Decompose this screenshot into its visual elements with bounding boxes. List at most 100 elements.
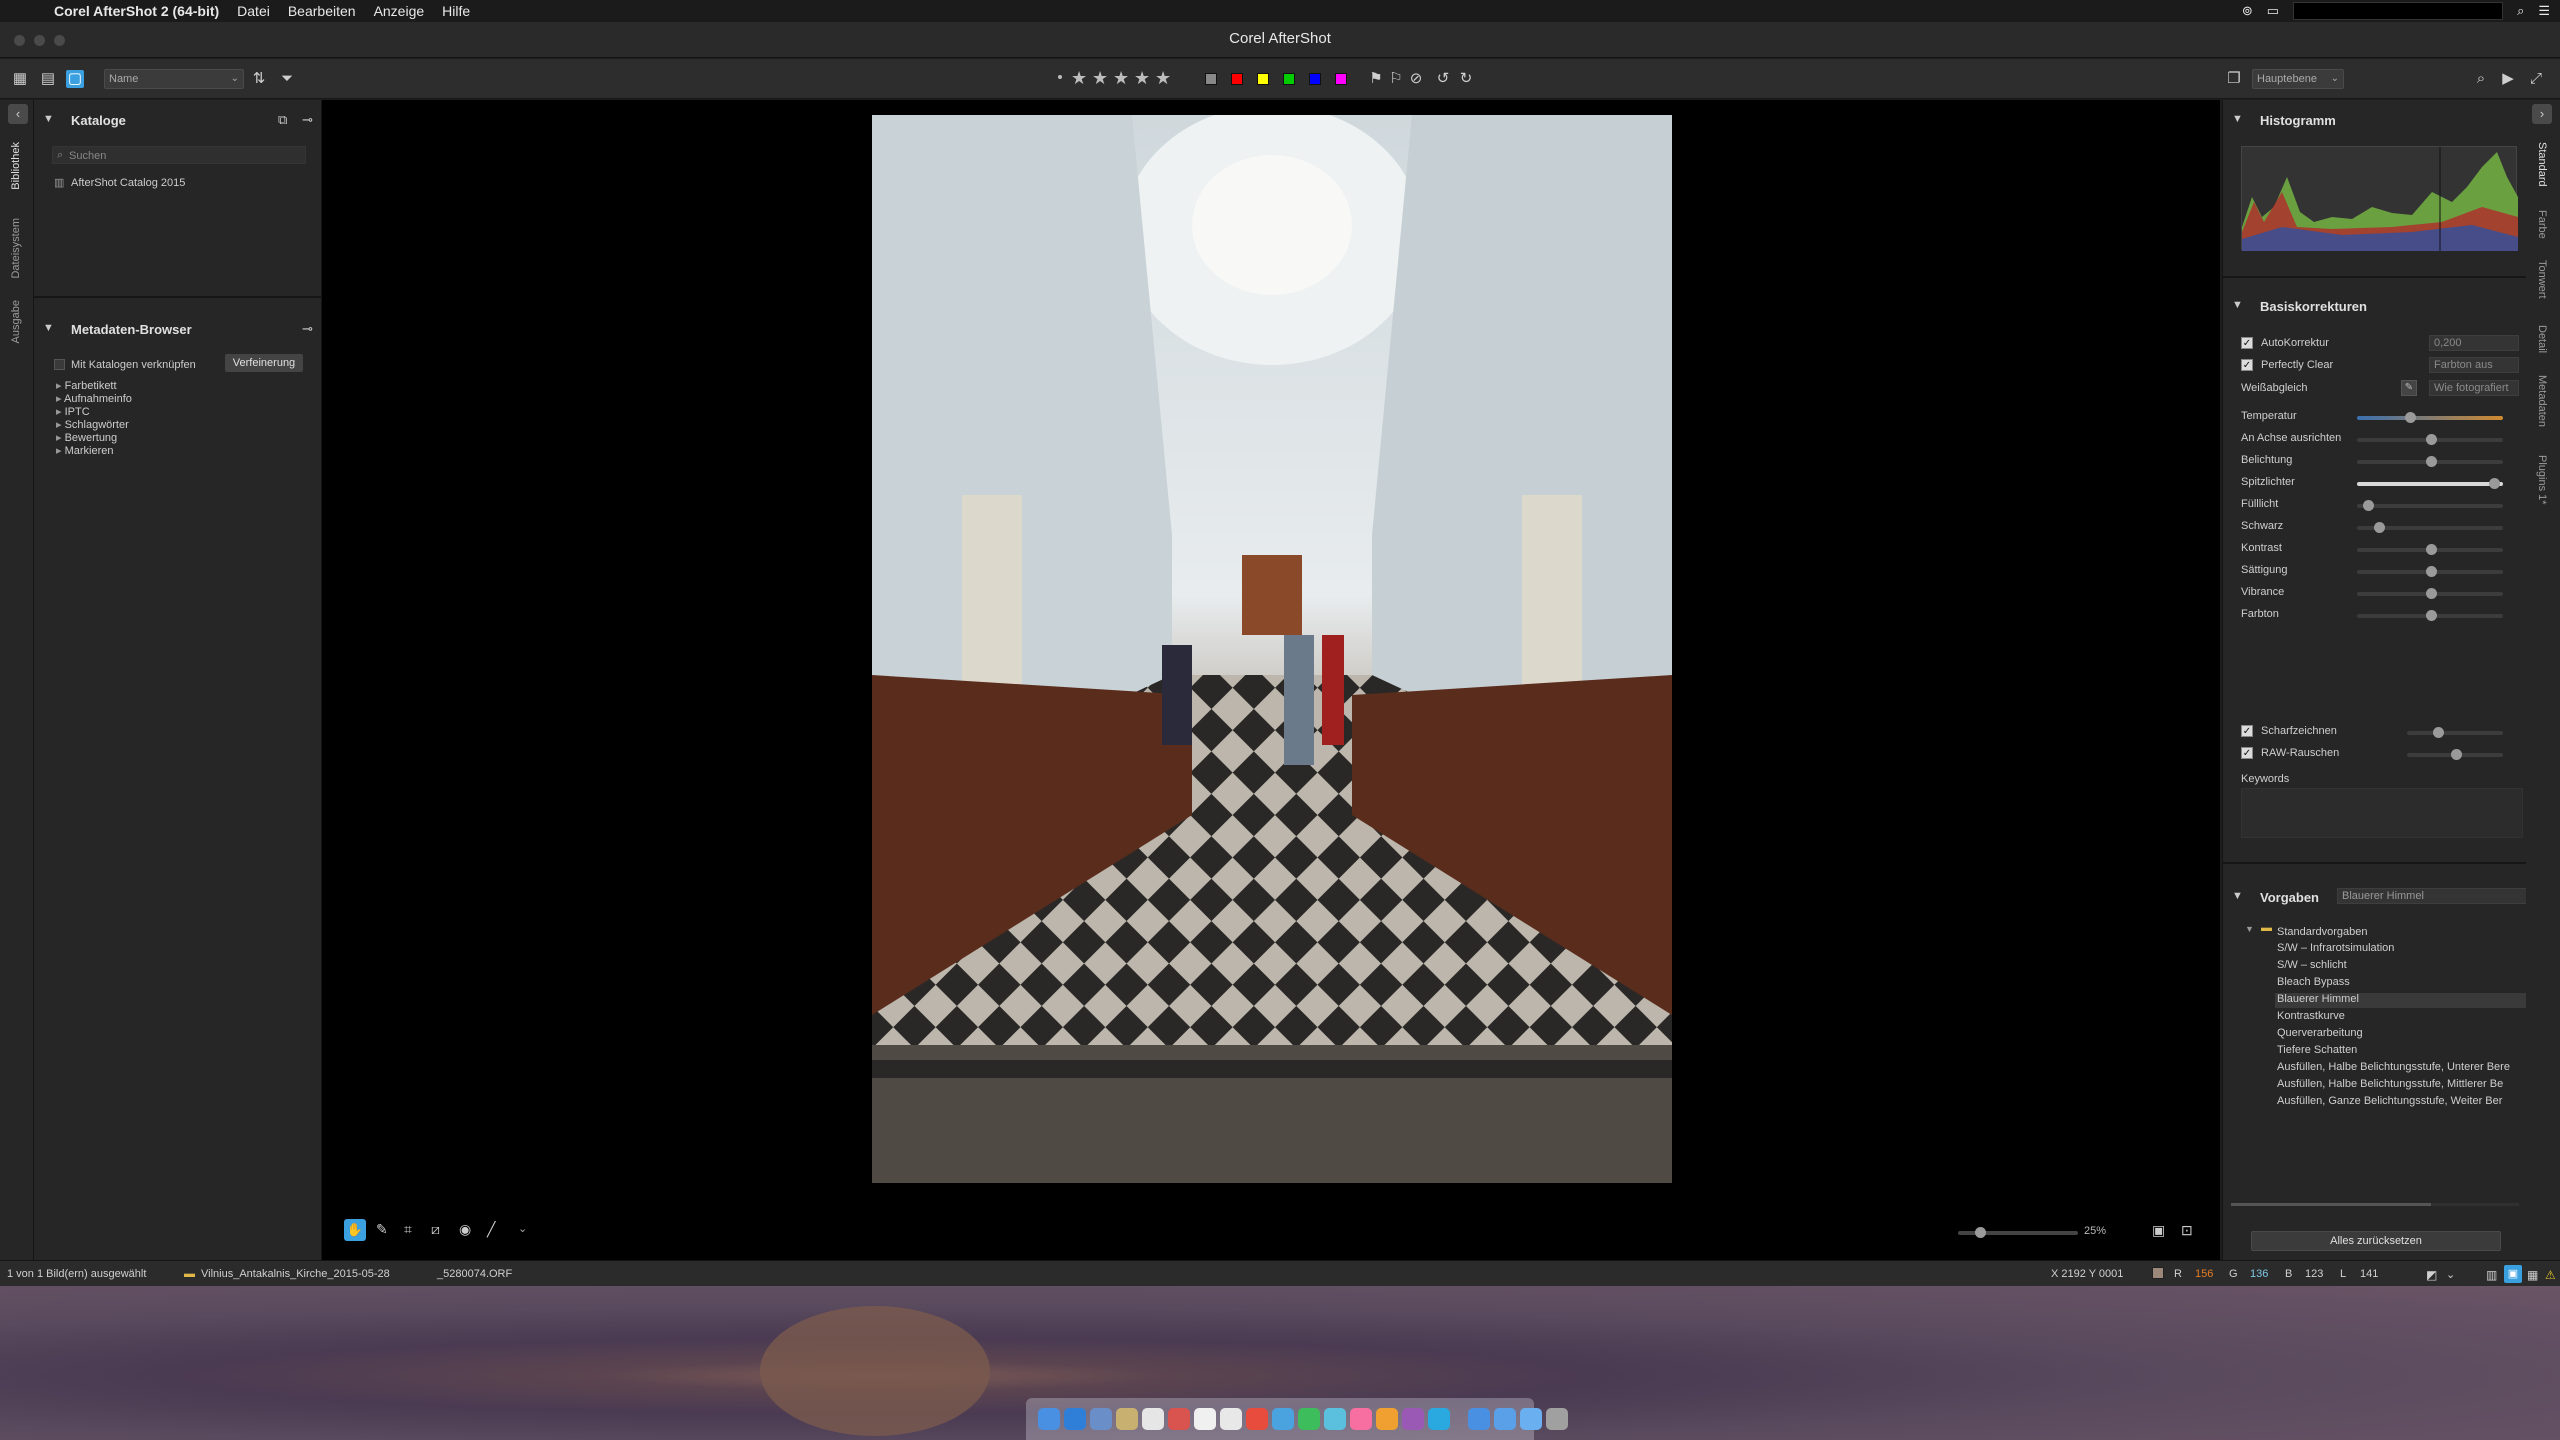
preset-item[interactable]: S/W – Infrarotsimulation	[2275, 942, 2527, 957]
chevron-down-icon[interactable]: ⌄	[2446, 1268, 2455, 1281]
adjust-slider[interactable]	[2357, 478, 2503, 489]
dock-app-icon[interactable]	[1038, 1408, 1060, 1430]
menu-anzeige[interactable]: Anzeige	[374, 3, 425, 19]
flag-pick-icon[interactable]: ⚑	[1367, 70, 1385, 88]
adjust-slider[interactable]	[2357, 544, 2503, 555]
adjust-slider-knob[interactable]	[2426, 434, 2437, 445]
preset-scrollbar[interactable]	[2231, 1203, 2519, 1206]
tab-standard[interactable]: Standard	[2536, 142, 2548, 187]
link-catalogs-checkbox[interactable]	[54, 359, 65, 370]
search-icon[interactable]: ⌕	[2472, 70, 2490, 88]
dock-app-icon[interactable]	[1324, 1408, 1346, 1430]
tab-detail[interactable]: Detail	[2536, 325, 2548, 353]
autocorrect-checkbox[interactable]: ✓	[2241, 337, 2253, 349]
rating-reject-dot[interactable]	[1058, 75, 1062, 79]
tab-farbe[interactable]: Farbe	[2536, 210, 2548, 239]
preset-item[interactable]: Kontrastkurve	[2275, 1010, 2527, 1025]
preset-item[interactable]: Tiefere Schatten	[2275, 1044, 2527, 1059]
tree-item-aufnahmeinfo[interactable]: ▸ Aufnahmeinfo	[56, 392, 132, 405]
star-icon-5[interactable]: ★	[1155, 68, 1171, 89]
dock-app-icon[interactable]	[1494, 1408, 1516, 1430]
compare-view-icon[interactable]: ▥	[2486, 1268, 2497, 1282]
dock-app-icon[interactable]	[1468, 1408, 1490, 1430]
star-icon-3[interactable]: ★	[1113, 68, 1129, 89]
filter-icon[interactable]: ⏷	[278, 70, 296, 88]
scrollbar-thumb[interactable]	[2231, 1203, 2431, 1206]
white-balance-select[interactable]: Wie fotografiert	[2429, 380, 2519, 396]
sort-field-select[interactable]: Name ⌄	[104, 69, 244, 89]
flag-reject-icon[interactable]: ⊘	[1407, 70, 1425, 88]
preset-item[interactable]: Ausfüllen, Ganze Belichtungsstufe, Weite…	[2275, 1095, 2527, 1110]
adjust-slider-knob[interactable]	[2426, 588, 2437, 599]
tab-ausgabe[interactable]: Ausgabe	[10, 300, 22, 343]
sharpen-checkbox[interactable]: ✓	[2241, 725, 2253, 737]
adjust-slider-knob[interactable]	[2426, 544, 2437, 555]
grid-view-icon[interactable]: ▦	[11, 70, 29, 88]
dock-app-icon[interactable]	[1168, 1408, 1190, 1430]
adjust-slider[interactable]	[2357, 566, 2503, 577]
tree-item-schlagwoerter[interactable]: ▸ Schlagwörter	[56, 418, 132, 431]
crop-icon[interactable]: ⌗	[404, 1221, 412, 1238]
pin-icon[interactable]: ⊸	[302, 112, 313, 128]
tab-plugins[interactable]: Plugins 1*	[2536, 455, 2548, 505]
keywords-field[interactable]	[2241, 788, 2523, 838]
creative-cloud-icon[interactable]: ⊚	[2242, 3, 2253, 19]
menu-hilfe[interactable]: Hilfe	[442, 3, 470, 19]
dock-app-icon[interactable]	[1220, 1408, 1242, 1430]
expand-triangle-icon[interactable]: ▼	[43, 113, 54, 125]
preset-item[interactable]: Ausfüllen, Halbe Belichtungsstufe, Unter…	[2275, 1061, 2527, 1076]
eyedropper-icon[interactable]: ✎	[376, 1221, 388, 1238]
image-viewer[interactable]: ✋ ✎ ⌗ ⧄ ◉ ╱ ⌄ 25% ▣ ⊡	[322, 100, 2220, 1260]
tree-item-farbetikett[interactable]: ▸ Farbetikett	[56, 379, 132, 392]
tab-bibliothek[interactable]: Bibliothek	[10, 142, 22, 190]
adjust-slider[interactable]	[2357, 412, 2503, 423]
cpu-icon[interactable]: ▦	[2527, 1268, 2538, 1282]
add-catalog-icon[interactable]: ⧉	[278, 112, 287, 128]
dock-app-icon[interactable]	[1194, 1408, 1216, 1430]
tab-tonwert[interactable]: Tonwert	[2536, 260, 2548, 299]
color-label-blue[interactable]	[1309, 73, 1321, 85]
tree-item-bewertung[interactable]: ▸ Bewertung	[56, 431, 132, 444]
expand-triangle-icon[interactable]: ▼	[43, 322, 54, 334]
reset-all-button[interactable]: Alles zurücksetzen	[2251, 1231, 2501, 1251]
adjust-slider-knob[interactable]	[2426, 610, 2437, 621]
single-view-icon[interactable]: ▢	[66, 70, 84, 88]
expand-triangle-icon[interactable]: ▼	[2245, 924, 2254, 934]
expand-triangle-icon[interactable]: ▼	[2232, 113, 2243, 125]
adjust-slider-knob[interactable]	[2373, 522, 2385, 533]
adjust-slider[interactable]	[2357, 434, 2503, 445]
actual-size-icon[interactable]: ⊡	[2181, 1222, 2193, 1239]
preset-item[interactable]: S/W – schlicht	[2275, 959, 2527, 974]
perfectly-clear-select[interactable]: Farbton aus	[2429, 357, 2519, 373]
spotlight-search-icon[interactable]: ⌕	[2517, 3, 2524, 19]
layers-icon[interactable]: ❐	[2225, 70, 2243, 88]
star-icon-1[interactable]: ★	[1071, 68, 1087, 89]
sharpen-slider-knob[interactable]	[2433, 727, 2445, 738]
dock-app-icon[interactable]	[1376, 1408, 1398, 1430]
adjust-slider-knob[interactable]	[2405, 412, 2417, 423]
raw-noise-slider-knob[interactable]	[2451, 749, 2462, 760]
dock-app-icon[interactable]	[1298, 1408, 1320, 1430]
color-label-magenta[interactable]	[1335, 73, 1347, 85]
slideshow-icon[interactable]: ▶	[2499, 70, 2517, 88]
color-label-yellow[interactable]	[1257, 73, 1269, 85]
preset-search-input[interactable]: Blauerer Himmel	[2337, 888, 2527, 904]
dock-app-icon[interactable]	[1272, 1408, 1294, 1430]
dock-app-icon[interactable]	[1402, 1408, 1424, 1430]
tree-item-iptc[interactable]: ▸ IPTC	[56, 405, 132, 418]
adjust-slider[interactable]	[2357, 500, 2503, 511]
collapse-left-panel-icon[interactable]: ‹	[8, 104, 28, 124]
preset-item[interactable]: Bleach Bypass	[2275, 976, 2527, 991]
sharpen-slider[interactable]	[2407, 727, 2503, 738]
tree-item-markieren[interactable]: ▸ Markieren	[56, 444, 132, 457]
adjust-slider[interactable]	[2357, 610, 2503, 621]
tab-metadaten[interactable]: Metadaten	[2536, 375, 2548, 427]
chevron-down-icon[interactable]: ⌄	[518, 1222, 527, 1235]
adjust-slider-knob[interactable]	[2426, 566, 2437, 577]
tab-dateisystem[interactable]: Dateisystem	[10, 218, 22, 279]
split-view-icon[interactable]: ▤	[39, 70, 57, 88]
dock-app-icon[interactable]	[1064, 1408, 1086, 1430]
zoom-slider-knob[interactable]	[1974, 1227, 1986, 1238]
expand-triangle-icon[interactable]: ▼	[2232, 299, 2243, 311]
refine-button[interactable]: Verfeinerung	[225, 354, 303, 372]
